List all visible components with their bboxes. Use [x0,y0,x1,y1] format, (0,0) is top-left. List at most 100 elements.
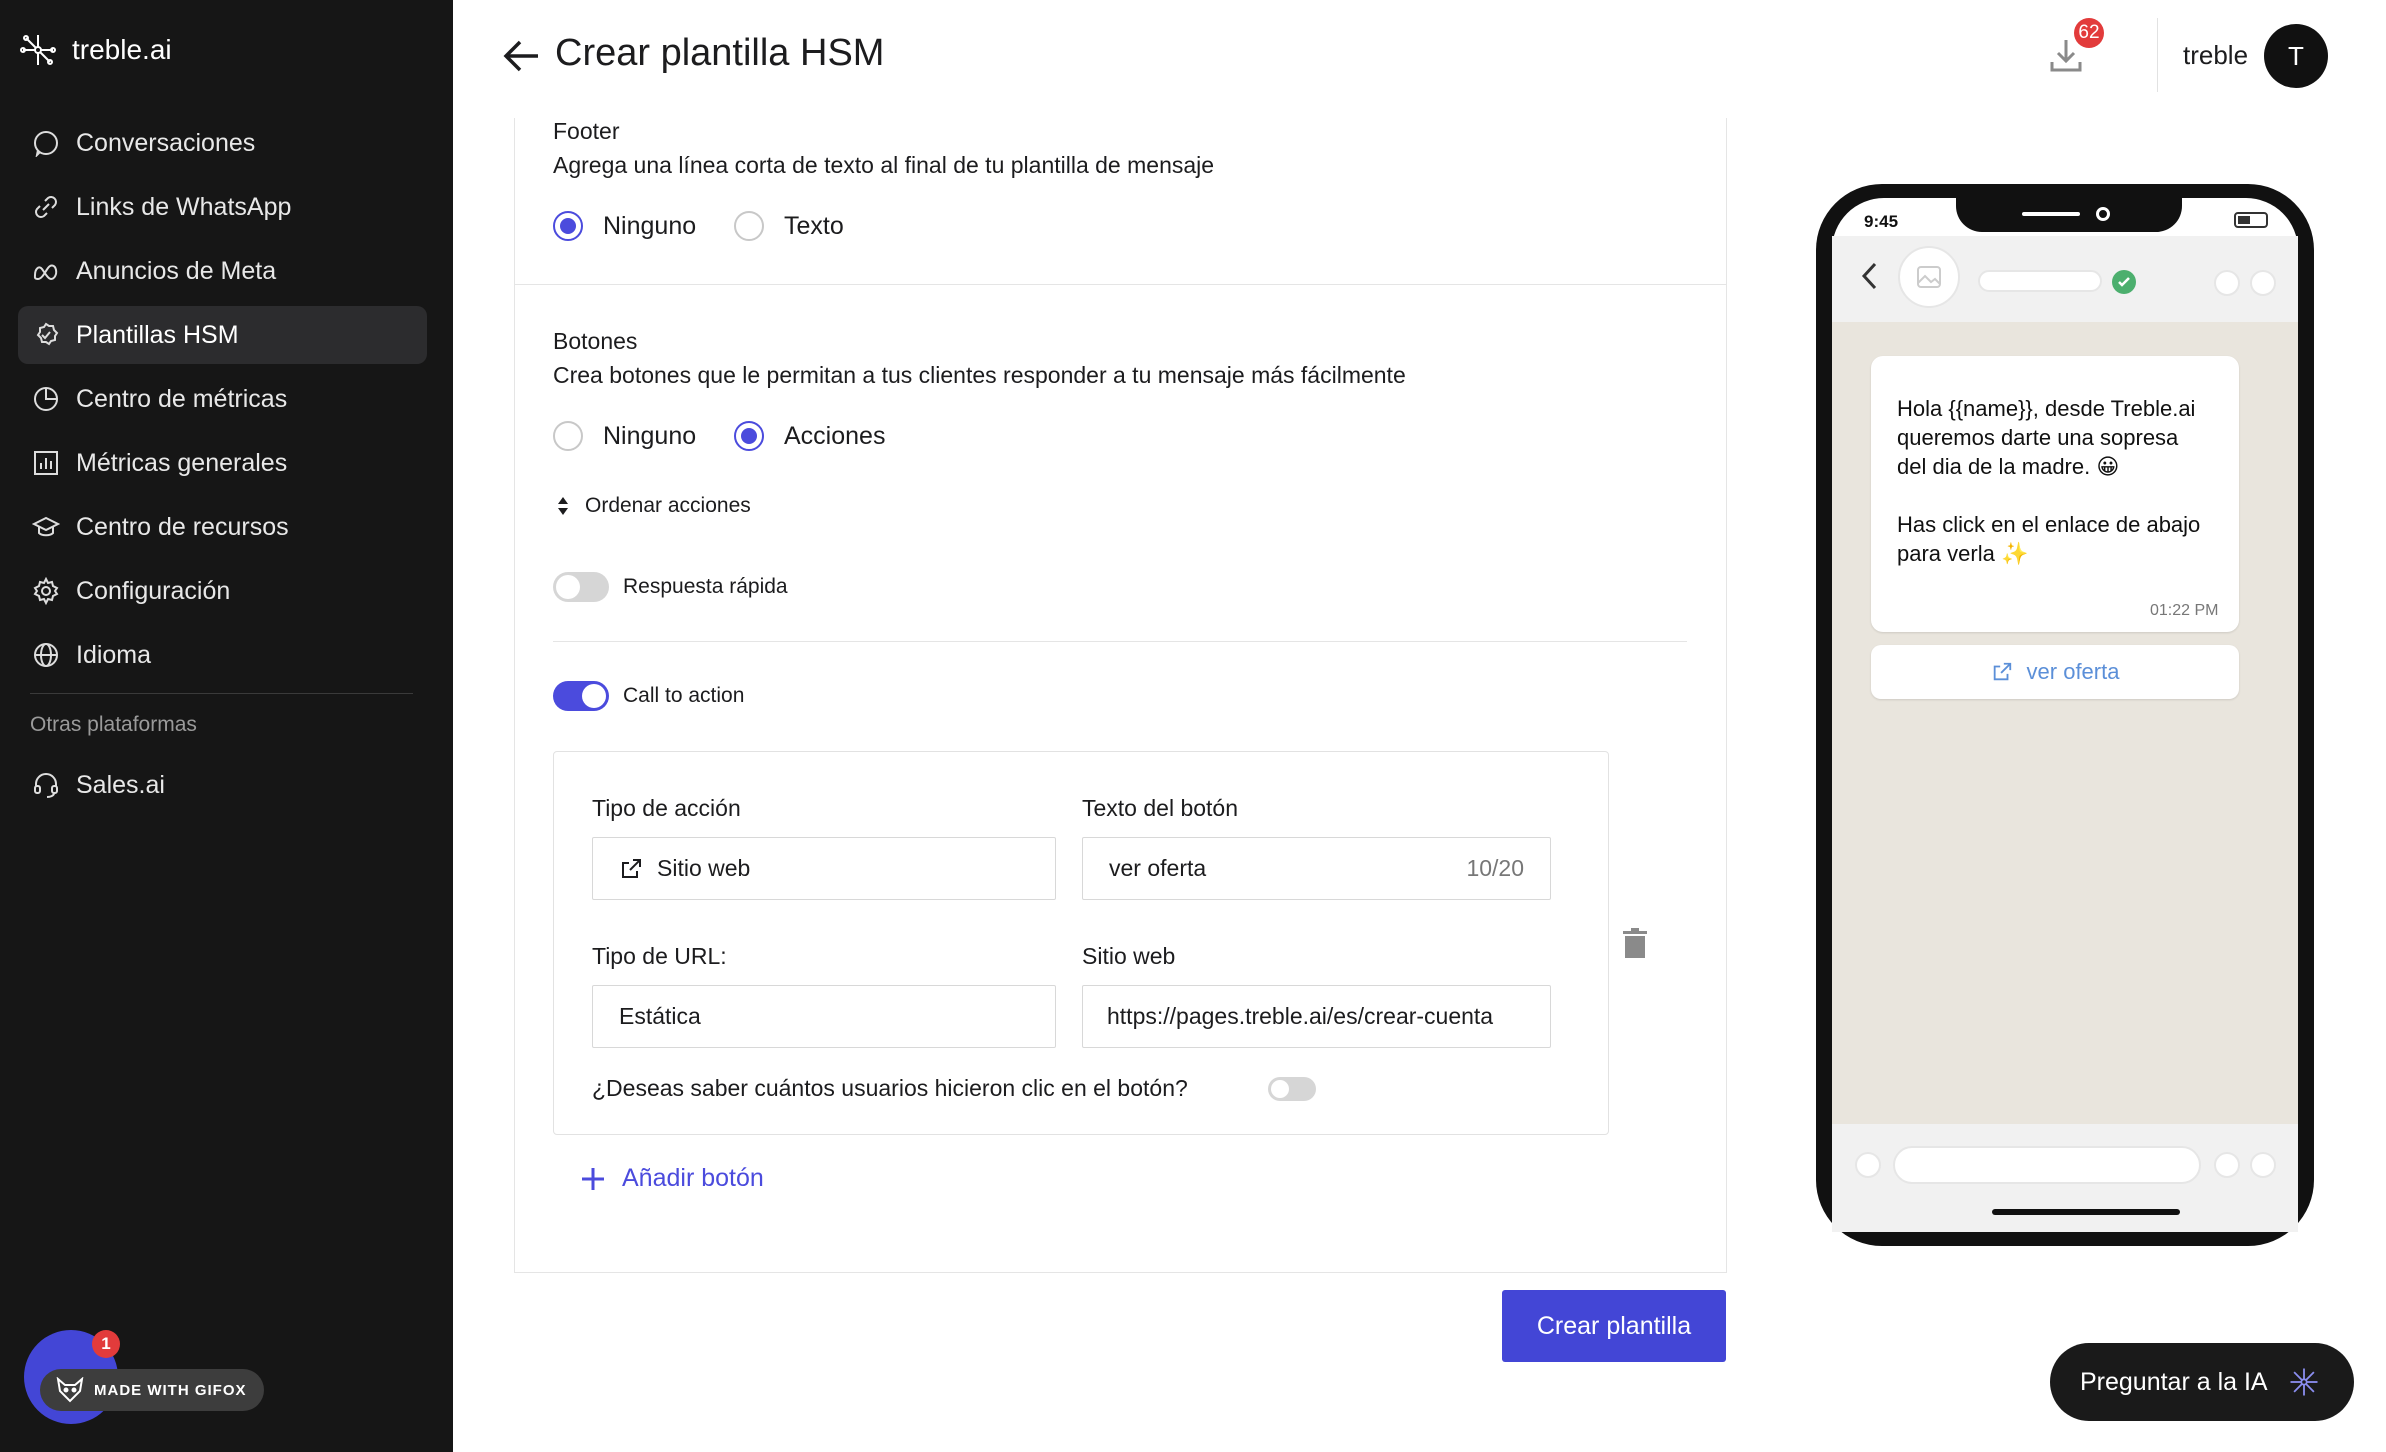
sidebar-item-label: Configuración [76,576,231,605]
gear-icon [33,577,59,605]
radio-label: Ninguno [603,421,697,450]
sidebar-item-label: Conversaciones [76,128,256,157]
message-bubble: Hola {{name}}, desde Treble.ai queremos … [1871,356,2239,632]
back-arrow-icon[interactable] [502,38,542,74]
avatar[interactable]: T [2264,24,2328,88]
add-button[interactable]: Añadir botón [580,1164,764,1193]
quick-reply-toggle[interactable]: Respuesta rápida [553,572,788,602]
plus-icon [582,1167,604,1190]
user-name[interactable]: treble [2183,40,2248,71]
verified-badge-icon [2112,270,2136,294]
website-url-value: https://pages.treble.ai/es/crear-cuenta [1107,1003,1494,1029]
radio-label: Ninguno [603,211,697,240]
sidebar-item-label: Centro de métricas [76,384,288,413]
toggle-switch[interactable] [553,572,609,602]
meta-icon [33,264,58,281]
buttons-radio-ninguno[interactable]: Ninguno [553,421,696,451]
sidebar-item-idioma[interactable]: Idioma [18,626,427,684]
button-text-label: Texto del botón [1082,795,1239,821]
url-type-value: Estática [619,1003,701,1029]
click-tracking-question: ¿Deseas saber cuántos usuarios hicieron … [592,1075,1188,1101]
call-to-action-label: Call to action [623,684,745,707]
headset-icon [34,773,58,798]
footer-section-description: Agrega una línea corta de texto al final… [553,152,1215,178]
website-url-field[interactable]: https://pages.treble.ai/es/crear-cuenta [1082,985,1551,1048]
logo-text: treble.ai [72,34,172,65]
sidebar-item-sales-ai[interactable]: Sales.ai [18,756,427,814]
footer-radio-ninguno[interactable]: Ninguno [553,211,696,241]
sidebar-section-label: Otras plataformas [30,713,197,736]
image-placeholder-icon [1917,266,1941,288]
trash-icon[interactable] [1622,928,1648,958]
sidebar-item-anuncios-meta[interactable]: Anuncios de Meta [18,242,427,300]
status-time: 9:45 [1864,212,1899,231]
sidebar-item-label: Centro de recursos [76,512,289,541]
order-actions-label: Ordenar acciones [585,494,751,517]
url-type-select[interactable]: Estática [592,985,1056,1048]
message-text-2: Has click en el enlace de abajo para ver… [1897,512,2201,566]
phone-notch [1956,188,2182,232]
sidebar-item-label: Plantillas HSM [76,320,239,349]
sidebar-item-centro-recursos[interactable]: Centro de recursos [18,498,427,556]
chevron-left-icon [1861,262,1877,290]
order-actions-button[interactable]: Ordenar acciones [555,494,751,518]
sort-icon [558,497,568,515]
action-type-value: Sitio web [657,855,751,881]
quick-reply-label: Respuesta rápida [623,575,788,598]
sparkle-network-icon [2290,1368,2318,1396]
message-text-1: Hola {{name}}, desde Treble.ai queremos … [1897,396,2196,479]
buttons-radio-acciones[interactable]: Acciones [734,421,885,451]
button-text-field[interactable]: ver oferta 10/20 [1082,837,1551,900]
button-text-value: ver oferta [1109,855,1207,881]
action-type-select[interactable]: Sitio web [592,837,1056,900]
sidebar-item-label: Métricas generales [76,448,288,477]
radio-label: Acciones [784,421,886,450]
toggle-divider [553,641,1687,642]
sidebar-item-label: Anuncios de Meta [76,256,277,285]
sidebar-item-centro-metricas[interactable]: Centro de métricas [18,370,427,428]
home-indicator [1992,1209,2180,1215]
bar-chart-icon [34,451,58,475]
call-to-action-toggle[interactable]: Call to action [553,681,744,711]
sidebar: treble.ai Conversaciones Links de WhatsA… [0,0,453,1452]
mic-icon-placeholder [2250,1152,2276,1178]
click-tracking-toggle[interactable] [1268,1077,1316,1101]
external-link-icon [1993,662,2011,681]
link-icon [35,196,57,218]
message-time: 01:22 PM [2150,602,2219,619]
call-icon-placeholder [2214,270,2240,296]
add-button-label: Añadir botón [622,1164,764,1192]
logo[interactable]: treble.ai [18,30,172,70]
template-check-icon [36,322,59,346]
url-type-label: Tipo de URL: [592,943,727,969]
sidebar-item-configuracion[interactable]: Configuración [18,562,427,620]
ask-ai-button[interactable]: Preguntar a la IA [2050,1343,2354,1421]
sidebar-item-plantillas-hsm[interactable]: Plantillas HSM [18,306,427,364]
downloads-badge: 62 [2074,18,2104,48]
contact-avatar [1898,246,1960,308]
treble-logo-icon [20,35,56,65]
message-input-placeholder [1893,1146,2201,1184]
radio-dot [734,211,764,241]
sidebar-item-metricas-generales[interactable]: Métricas generales [18,434,427,492]
radio-dot [553,421,583,451]
toggle-switch[interactable] [553,681,609,711]
footer-radio-texto[interactable]: Texto [734,211,844,241]
sidebar-item-links-whatsapp[interactable]: Links de WhatsApp [18,178,427,236]
footer-section-title: Footer [553,118,620,144]
char-counter: 10/20 [1466,855,1524,881]
radio-dot [553,211,583,241]
radio-label: Texto [784,211,844,240]
external-link-icon [622,858,641,878]
sidebar-item-conversaciones[interactable]: Conversaciones [18,114,427,172]
fox-icon [56,1377,84,1403]
create-template-button[interactable]: Crear plantilla [1502,1290,1726,1362]
camera-icon-placeholder [2214,1152,2240,1178]
sidebar-item-label: Idioma [76,640,152,669]
ask-ai-label: Preguntar a la IA [2080,1367,2268,1396]
action-type-label: Tipo de acción [592,795,741,821]
gifox-watermark: MADE WITH GIFOX [40,1369,264,1411]
preview-link-label: ver oferta [2026,659,2120,684]
sidebar-item-label: Sales.ai [76,770,165,799]
sidebar-item-label: Links de WhatsApp [76,192,292,221]
